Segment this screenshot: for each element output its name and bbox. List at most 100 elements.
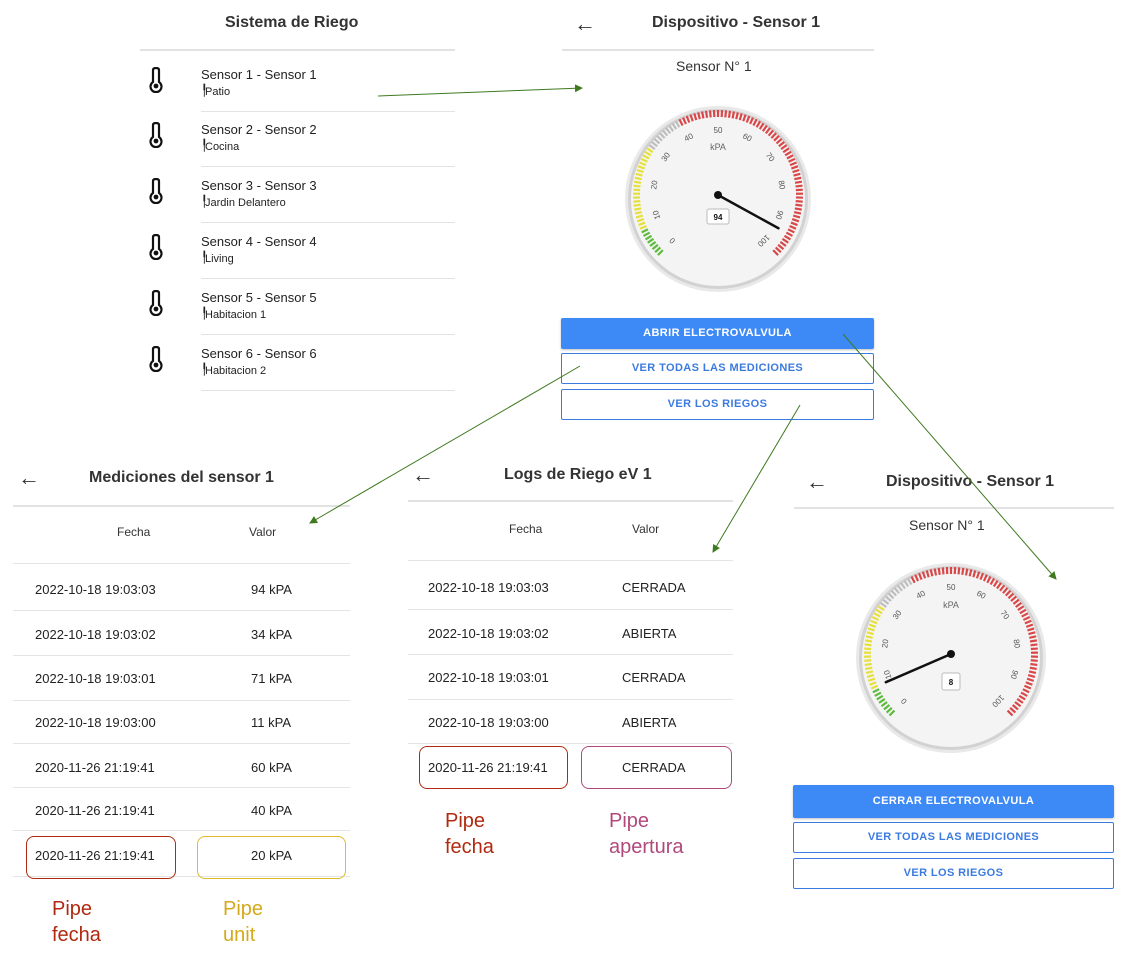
view-irrigations-button[interactable]: VER LOS RIEGOS [561, 389, 874, 420]
gauge-needle-hub [947, 650, 955, 658]
measurement-value: 34 kPA [251, 627, 292, 642]
thermometer-icon [149, 177, 163, 209]
measurement-value: 40 kPA [251, 803, 292, 818]
gauge-tick [794, 180, 803, 184]
pipe-fecha-highlight [26, 836, 176, 879]
measurement-value: 71 kPA [251, 671, 292, 686]
gauge-tick-label: 50 [947, 583, 956, 592]
measurement-value: 94 kPA [251, 582, 292, 597]
back-arrow-icon[interactable]: ← [806, 471, 828, 493]
gauge-tick [1030, 643, 1038, 647]
column-header-date: Fecha [509, 522, 543, 536]
open-valve-button[interactable]: ABRIR ELECTROVALVULA [561, 318, 874, 349]
thermometer-icon [149, 66, 163, 98]
view-all-measurements-button[interactable]: VER TODAS LAS MEDICIONES [793, 822, 1114, 853]
measurement-date: 2022-10-18 19:03:00 [35, 715, 156, 730]
sensor-location: Cocina [205, 141, 240, 153]
table-row-divider [13, 830, 350, 831]
gauge-tick [634, 207, 642, 211]
annotation-pipe-fecha: Pipe fecha [445, 808, 494, 860]
pressure-gauge: 0102030405060708090100 kPA 94 [625, 106, 811, 292]
gauge-tick [933, 568, 938, 576]
sensor-list-item[interactable]: Sensor 3 - Sensor 3 ╿ Jardin Delantero [145, 168, 455, 223]
gauge-tick [633, 184, 641, 188]
device-subtitle: Sensor N° 1 [909, 517, 985, 533]
gauge-tick [794, 207, 802, 211]
gauge-tick [634, 210, 643, 215]
sensor-name: Sensor 1 - Sensor 1 [201, 67, 317, 82]
sensor-name: Sensor 6 - Sensor 6 [201, 346, 317, 361]
gauge-tick [1029, 639, 1038, 643]
gauge-tick [708, 110, 712, 118]
list-divider [201, 278, 455, 279]
log-value: ABIERTA [622, 626, 677, 641]
gauge-tick [731, 111, 736, 119]
gauge-tick [724, 110, 728, 118]
thermometer-icon [149, 121, 163, 153]
measurements-title: Mediciones del sensor 1 [89, 469, 274, 486]
gauge-tick [633, 203, 641, 207]
sensor-list-item[interactable]: Sensor 2 - Sensor 2 ╿ Cocina [145, 112, 455, 167]
sensor-list-item[interactable]: Sensor 5 - Sensor 5 ╿ Habitacion 1 [145, 280, 455, 335]
column-header-value: Valor [249, 525, 277, 539]
view-irrigations-button[interactable]: VER LOS RIEGOS [793, 858, 1114, 889]
back-arrow-icon[interactable]: ← [574, 13, 596, 35]
table-row-divider [13, 787, 350, 788]
logs-title: Logs de Riego eV 1 [504, 466, 652, 483]
gauge-tick [634, 176, 642, 181]
table-row-divider [13, 610, 350, 611]
sensor-list-item[interactable]: Sensor 1 - Sensor 1 ╿ Patio [145, 57, 455, 112]
thermometer-icon [149, 345, 163, 377]
gauge-tick [957, 567, 961, 575]
arrow-to-logs [712, 404, 801, 553]
gauge-tick [964, 568, 969, 576]
gauge-unit-label: kPA [710, 142, 726, 152]
measurement-date: 2022-10-18 19:03:02 [35, 627, 156, 642]
table-row-divider [13, 700, 350, 701]
measurement-value: 60 kPA [251, 760, 292, 775]
annotation-line: fecha [445, 836, 494, 858]
gauge-tick [700, 111, 705, 119]
sensor-location: Habitacion 2 [205, 365, 267, 377]
list-divider [201, 166, 455, 167]
column-header-value: Valor [632, 522, 660, 536]
gauge-tick [961, 567, 965, 575]
annotation-line: fecha [52, 924, 101, 946]
list-divider [201, 334, 455, 335]
sensor-location: Jardin Delantero [205, 197, 286, 209]
annotation-line: Pipe [609, 810, 650, 832]
sensor-name: Sensor 3 - Sensor 3 [201, 178, 317, 193]
gauge-tick [865, 670, 874, 675]
log-value: ABIERTA [622, 715, 677, 730]
annotation-line: unit [223, 924, 256, 946]
sensor-list-item[interactable]: Sensor 6 - Sensor 6 ╿ Habitacion 2 [145, 336, 455, 391]
measurement-date: 2020-11-26 21:19:41 [35, 803, 155, 818]
back-arrow-icon[interactable]: ← [18, 467, 40, 489]
gauge-tick [1030, 659, 1038, 662]
gauge-tick [794, 176, 802, 181]
arrow-to-valve-state [842, 333, 1057, 580]
gauge-tick [793, 210, 802, 215]
annotation-pipe-fecha: Pipe fecha [52, 896, 101, 948]
pipe-fecha-highlight [419, 746, 568, 789]
gauge-tick [1029, 666, 1037, 671]
table-row-divider [408, 654, 733, 655]
view-all-measurements-button[interactable]: VER TODAS LAS MEDICIONES [561, 353, 874, 384]
gauge-tick [865, 666, 873, 671]
device-header-divider [562, 49, 874, 51]
sensor-location: Patio [205, 86, 231, 98]
gauge-value-display: 8 [949, 678, 954, 687]
sensor-location: Habitacion 1 [205, 309, 267, 321]
sensor-list-item[interactable]: Sensor 4 - Sensor 4 ╿ Living [145, 224, 455, 279]
close-valve-button[interactable]: CERRAR ELECTROVALVULA [793, 785, 1114, 818]
table-row-divider [13, 655, 350, 656]
gauge-value-display: 94 [714, 213, 723, 222]
pressure-gauge: 0102030405060708090100 kPA 8 [856, 563, 1046, 753]
gauge-tick [937, 567, 941, 575]
annotation-pipe-unit: Pipe unit [223, 896, 263, 948]
back-arrow-icon[interactable]: ← [412, 464, 434, 486]
column-header-date: Fecha [117, 525, 151, 539]
gauge-tick [704, 110, 709, 118]
gauge-tick [864, 662, 872, 666]
measurement-value: 11 kPA [251, 715, 291, 730]
